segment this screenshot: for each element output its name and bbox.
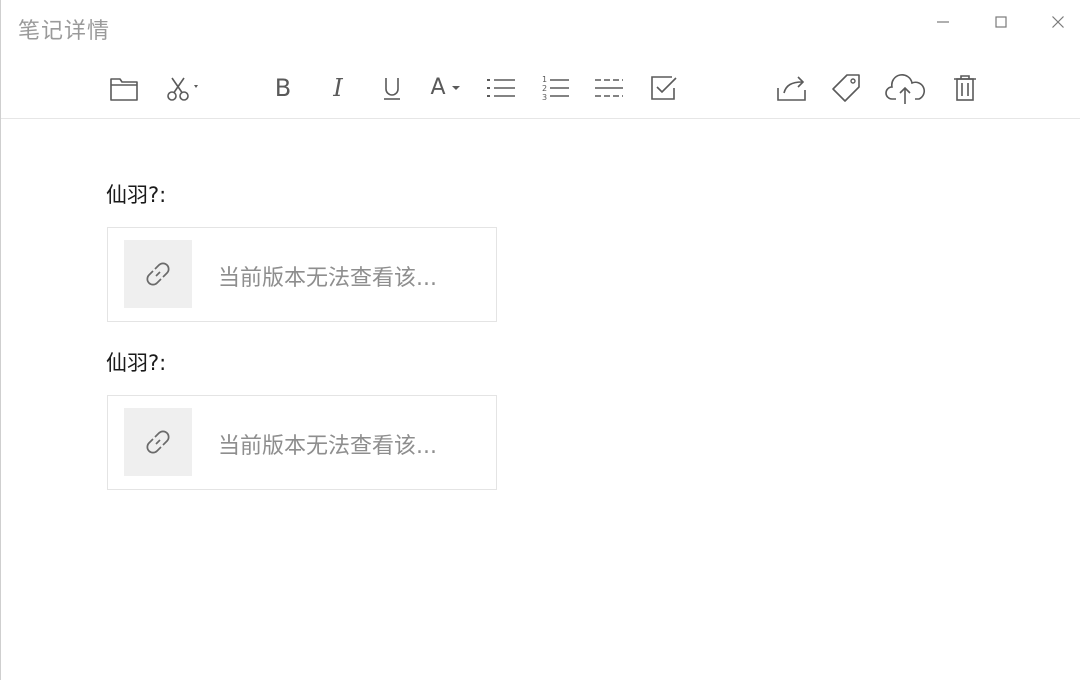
checkbox-button[interactable]	[646, 70, 682, 106]
link-thumbnail	[124, 408, 192, 476]
bold-button[interactable]: B	[265, 70, 301, 106]
number-label-3: 3	[542, 93, 547, 102]
minimize-button[interactable]	[923, 8, 963, 36]
link-card-text: 当前版本无法查看该...	[218, 434, 437, 459]
italic-icon: I	[333, 74, 343, 102]
link-card-text: 当前版本无法查看该...	[218, 266, 437, 291]
divider-button[interactable]	[591, 70, 627, 106]
cut-button[interactable]	[163, 70, 199, 106]
link-thumbnail	[124, 240, 192, 308]
italic-button[interactable]: I	[320, 70, 356, 106]
share-icon	[777, 76, 806, 101]
delete-button[interactable]	[947, 70, 983, 106]
bold-icon: B	[274, 74, 292, 102]
close-button[interactable]	[1038, 8, 1078, 36]
close-icon	[1052, 16, 1064, 28]
share-button[interactable]	[774, 70, 810, 106]
editor-toolbar: B I A 1 2 3	[1, 62, 1080, 119]
trash-icon	[954, 75, 976, 101]
divider-icon	[595, 79, 623, 97]
chevron-down-icon	[452, 86, 460, 90]
checkbox-icon	[651, 76, 677, 100]
message-sender: 仙羽?:	[106, 351, 167, 375]
title-bar: 笔记详情	[1, 0, 1080, 52]
scissors-icon	[167, 77, 198, 101]
numbered-list-button[interactable]: 1 2 3	[538, 70, 574, 106]
link-card[interactable]: 当前版本无法查看该...	[107, 395, 497, 490]
bullet-list-button[interactable]	[483, 70, 519, 106]
upload-button[interactable]	[885, 70, 925, 106]
maximize-icon	[995, 16, 1007, 28]
number-label-2: 2	[542, 84, 547, 93]
tag-icon	[832, 74, 860, 102]
numbered-list-icon: 1 2 3	[542, 75, 569, 102]
note-content: 仙羽?: 当前版本无法查看该... 仙羽?: 当前版本无法查看该...	[1, 119, 1080, 680]
window-title: 笔记详情	[18, 19, 111, 44]
open-folder-button[interactable]	[106, 70, 142, 106]
folder-icon	[110, 78, 138, 101]
cloud-upload-icon	[885, 74, 925, 104]
bullet-list-icon	[487, 79, 515, 97]
underline-button[interactable]	[374, 70, 410, 106]
link-icon	[146, 262, 170, 286]
note-detail-window: 笔记详情 B I A 1 2 3 仙羽?: 当前版本无法查看该... 仙羽?: …	[0, 0, 1080, 680]
underline-icon	[384, 78, 400, 100]
tag-button[interactable]	[829, 70, 865, 106]
link-card[interactable]: 当前版本无法查看该...	[107, 227, 497, 322]
link-icon	[146, 430, 170, 454]
message-sender: 仙羽?:	[106, 183, 167, 207]
minimize-icon	[937, 21, 949, 23]
font-color-button[interactable]: A	[427, 70, 463, 106]
maximize-button[interactable]	[981, 8, 1021, 36]
number-label-1: 1	[542, 75, 547, 84]
